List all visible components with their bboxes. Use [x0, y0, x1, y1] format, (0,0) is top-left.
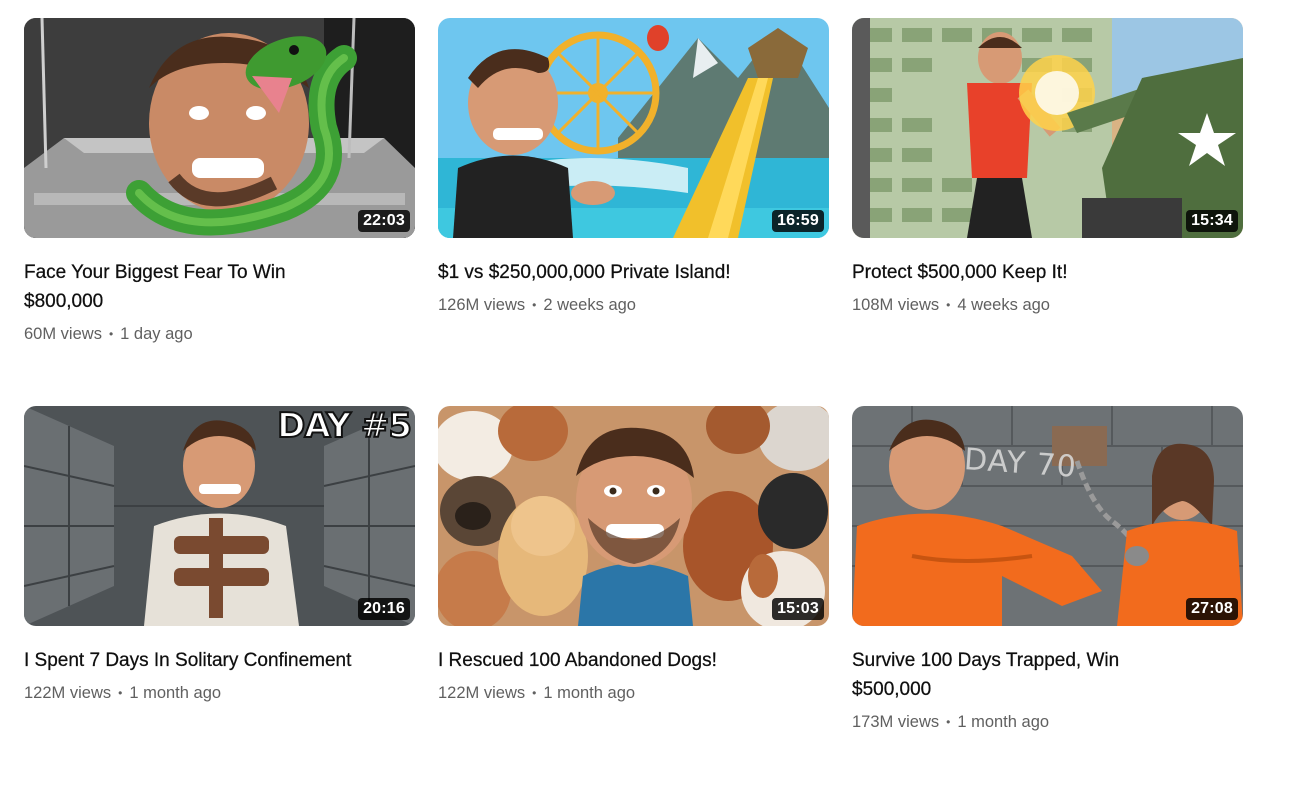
- video-meta: 122M views • 1 month ago: [24, 681, 415, 705]
- separator-dot: •: [118, 686, 123, 700]
- video-card[interactable]: 22:03 Face Your Biggest Fear To Win $800…: [24, 18, 415, 406]
- video-card[interactable]: 16:59 $1 vs $250,000,000 Private Island!…: [438, 18, 829, 406]
- video-title[interactable]: I Rescued 100 Abandoned Dogs!: [438, 646, 768, 675]
- video-grid: 22:03 Face Your Biggest Fear To Win $800…: [24, 18, 1243, 794]
- separator-dot: •: [532, 686, 537, 700]
- video-title[interactable]: Protect $500,000 Keep It!: [852, 258, 1182, 287]
- thumbnail-overlay-text: DAY #5: [276, 406, 413, 447]
- separator-dot: •: [946, 298, 951, 312]
- video-title[interactable]: I Spent 7 Days In Solitary Confinement: [24, 646, 354, 675]
- upload-age: 4 weeks ago: [957, 296, 1050, 314]
- video-title[interactable]: Face Your Biggest Fear To Win $800,000: [24, 258, 354, 316]
- view-count: 122M views: [24, 684, 112, 702]
- video-thumbnail[interactable]: DAY 70 27:08: [852, 406, 1243, 626]
- duration-badge: 16:59: [772, 210, 824, 232]
- prison-thumbnail-image: [852, 406, 1243, 626]
- upload-age: 1 day ago: [120, 325, 193, 343]
- video-card[interactable]: DAY #5 20:16 I Spent 7 Days In Solitary …: [24, 406, 415, 794]
- video-meta: 60M views • 1 day ago: [24, 322, 415, 346]
- video-meta: 108M views • 4 weeks ago: [852, 293, 1243, 317]
- video-thumbnail[interactable]: 15:03: [438, 406, 829, 626]
- snake-thumbnail-image: [24, 18, 415, 238]
- island-thumbnail-image: [438, 18, 829, 238]
- separator-dot: •: [532, 298, 537, 312]
- upload-age: 1 month ago: [957, 713, 1050, 731]
- upload-age: 1 month ago: [129, 684, 222, 702]
- video-meta: 122M views • 1 month ago: [438, 681, 829, 705]
- upload-age: 1 month ago: [543, 684, 636, 702]
- video-meta: 126M views • 2 weeks ago: [438, 293, 829, 317]
- duration-badge: 20:16: [358, 598, 410, 620]
- upload-age: 2 weeks ago: [543, 296, 636, 314]
- video-card[interactable]: 15:34 Protect $500,000 Keep It! 108M vie…: [852, 18, 1243, 406]
- duration-badge: 22:03: [358, 210, 410, 232]
- video-thumbnail[interactable]: 22:03: [24, 18, 415, 238]
- video-card[interactable]: 15:03 I Rescued 100 Abandoned Dogs! 122M…: [438, 406, 829, 794]
- video-thumbnail[interactable]: 15:34: [852, 18, 1243, 238]
- video-thumbnail[interactable]: DAY #5 20:16: [24, 406, 415, 626]
- view-count: 173M views: [852, 713, 940, 731]
- puppies-thumbnail-image: [438, 406, 829, 626]
- video-title[interactable]: $1 vs $250,000,000 Private Island!: [438, 258, 768, 287]
- duration-badge: 27:08: [1186, 598, 1238, 620]
- duration-badge: 15:34: [1186, 210, 1238, 232]
- video-thumbnail[interactable]: 16:59: [438, 18, 829, 238]
- tank-thumbnail-image: [852, 18, 1243, 238]
- view-count: 122M views: [438, 684, 526, 702]
- video-title[interactable]: Survive 100 Days Trapped, Win $500,000: [852, 646, 1182, 704]
- view-count: 108M views: [852, 296, 940, 314]
- video-meta: 173M views • 1 month ago: [852, 710, 1243, 734]
- video-card[interactable]: DAY 70 27:08 Survive 100 Days Trapped, W…: [852, 406, 1243, 794]
- view-count: 126M views: [438, 296, 526, 314]
- duration-badge: 15:03: [772, 598, 824, 620]
- separator-dot: •: [108, 327, 114, 341]
- view-count: 60M views: [24, 325, 102, 343]
- separator-dot: •: [946, 715, 951, 729]
